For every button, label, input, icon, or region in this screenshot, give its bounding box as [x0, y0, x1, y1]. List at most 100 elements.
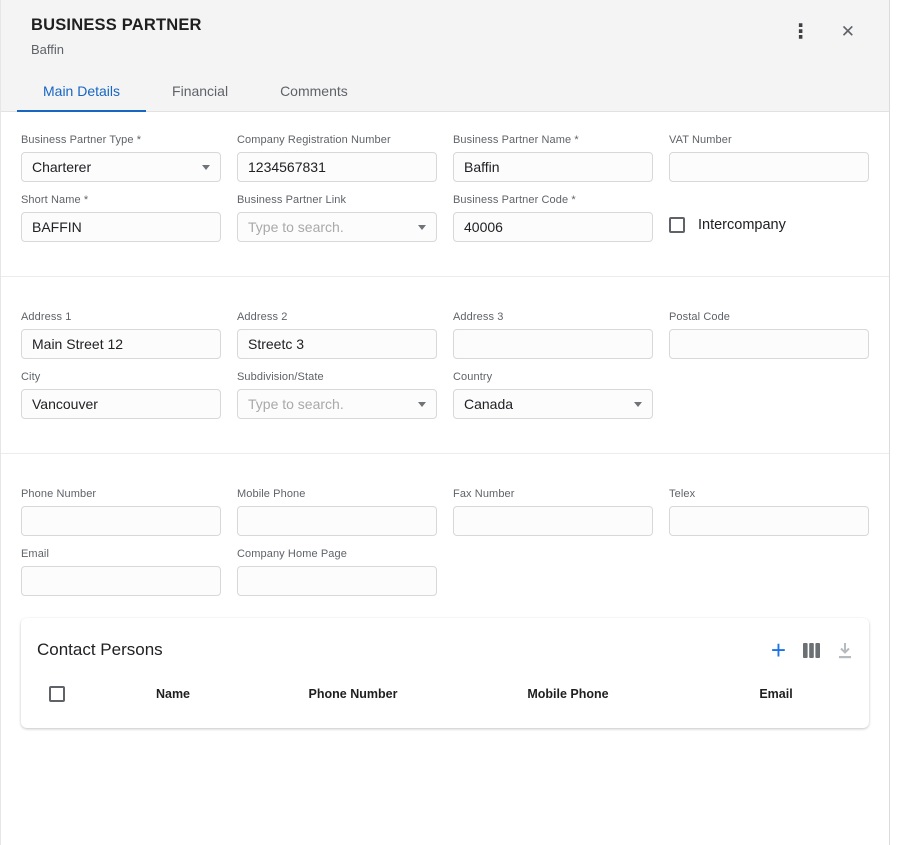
intercompany-label: Intercompany [698, 217, 786, 233]
field-label: Phone Number [21, 488, 221, 500]
column-header-phone: Phone Number [253, 687, 453, 701]
close-icon[interactable]: ✕ [841, 23, 855, 41]
field-label: Address 1 [21, 311, 221, 323]
chevron-down-icon [634, 402, 642, 407]
section-divider [1, 276, 889, 277]
postal-code-input[interactable] [669, 329, 869, 359]
section-divider [1, 453, 889, 454]
intercompany-checkbox[interactable] [669, 217, 685, 233]
header-actions: ⋮ ✕ [791, 22, 855, 42]
contact-persons-actions: + [771, 638, 853, 662]
business-partner-link-field: Business Partner Link Type to search. [237, 194, 437, 242]
business-partner-link-select[interactable]: Type to search. [237, 212, 437, 242]
business-partner-code-field: Business Partner Code * [453, 194, 653, 242]
field-label: Mobile Phone [237, 488, 437, 500]
address2-field: Address 2 [237, 311, 437, 359]
address3-field: Address 3 [453, 311, 653, 359]
company-registration-number-input[interactable] [237, 152, 437, 182]
company-home-page-input[interactable] [237, 566, 437, 596]
select-all-checkbox[interactable] [49, 686, 65, 702]
column-header-mobile: Mobile Phone [453, 687, 683, 701]
field-label: Telex [669, 488, 869, 500]
vat-number-input[interactable] [669, 152, 869, 182]
city-field: City [21, 371, 221, 419]
field-label: Business Partner Code * [453, 194, 653, 206]
phone-number-input[interactable] [21, 506, 221, 536]
select-value: Canada [464, 396, 513, 412]
telex-input[interactable] [669, 506, 869, 536]
fax-number-field: Fax Number [453, 488, 653, 536]
business-partner-name-input[interactable] [453, 152, 653, 182]
telex-field: Telex [669, 488, 869, 536]
field-label: Business Partner Link [237, 194, 437, 206]
contact-persons-title: Contact Persons [37, 640, 163, 660]
phone-number-field: Phone Number [21, 488, 221, 536]
select-placeholder: Type to search. [248, 396, 344, 412]
subdivision-state-field: Subdivision/State Type to search. [237, 371, 437, 419]
company-home-page-field: Company Home Page [237, 548, 437, 596]
more-options-icon[interactable]: ⋮ [791, 22, 811, 42]
short-name-input[interactable] [21, 212, 221, 242]
field-label: Country [453, 371, 653, 383]
address2-input[interactable] [237, 329, 437, 359]
email-field: Email [21, 548, 221, 596]
field-label: Company Registration Number [237, 134, 437, 146]
field-label: Address 2 [237, 311, 437, 323]
field-label: VAT Number [669, 134, 869, 146]
view-columns-icon[interactable] [803, 643, 820, 658]
contact-info-section: Phone Number Mobile Phone Fax Number Tel… [1, 488, 889, 596]
vat-number-field: VAT Number [669, 134, 869, 182]
download-icon[interactable] [837, 642, 853, 659]
page-title: BUSINESS PARTNER [31, 16, 859, 35]
business-partner-code-input[interactable] [453, 212, 653, 242]
city-input[interactable] [21, 389, 221, 419]
mobile-phone-field: Mobile Phone [237, 488, 437, 536]
field-label: Address 3 [453, 311, 653, 323]
company-registration-number-field: Company Registration Number [237, 134, 437, 182]
field-label: Business Partner Name * [453, 134, 653, 146]
field-label: Email [21, 548, 221, 560]
chevron-down-icon [202, 165, 210, 170]
field-label: Business Partner Type * [21, 134, 221, 146]
main-content: Business Partner Type * Charterer Compan… [1, 112, 889, 728]
business-partner-type-select[interactable]: Charterer [21, 152, 221, 182]
empty-cell [453, 548, 653, 596]
business-partner-dialog: BUSINESS PARTNER Baffin ⋮ ✕ Main Details… [0, 0, 890, 845]
address-section: Address 1 Address 2 Address 3 Postal Cod… [1, 311, 889, 419]
chevron-down-icon [418, 402, 426, 407]
fax-number-input[interactable] [453, 506, 653, 536]
tab-main-details[interactable]: Main Details [17, 71, 146, 112]
address1-input[interactable] [21, 329, 221, 359]
field-label: Postal Code [669, 311, 869, 323]
subdivision-state-select[interactable]: Type to search. [237, 389, 437, 419]
field-label: Company Home Page [237, 548, 437, 560]
chevron-down-icon [418, 225, 426, 230]
tab-comments[interactable]: Comments [254, 71, 374, 111]
email-input[interactable] [21, 566, 221, 596]
field-label: Fax Number [453, 488, 653, 500]
field-label: City [21, 371, 221, 383]
business-partner-type-field: Business Partner Type * Charterer [21, 134, 221, 182]
add-contact-button[interactable]: + [771, 638, 786, 662]
select-placeholder: Type to search. [248, 219, 344, 235]
tab-financial[interactable]: Financial [146, 71, 254, 111]
select-value: Charterer [32, 159, 91, 175]
tabbar: Main Details Financial Comments [1, 71, 889, 112]
dialog-header: BUSINESS PARTNER Baffin ⋮ ✕ Main Details… [1, 0, 889, 112]
field-label: Short Name * [21, 194, 221, 206]
identity-section: Business Partner Type * Charterer Compan… [1, 134, 889, 242]
page-subtitle: Baffin [31, 42, 859, 57]
column-header-name: Name [93, 687, 253, 701]
postal-code-field: Postal Code [669, 311, 869, 359]
empty-cell [669, 371, 869, 419]
mobile-phone-input[interactable] [237, 506, 437, 536]
business-partner-name-field: Business Partner Name * [453, 134, 653, 182]
column-header-email: Email [683, 687, 869, 701]
contact-persons-card: Contact Persons + [21, 618, 869, 728]
country-field: Country Canada [453, 371, 653, 419]
address1-field: Address 1 [21, 311, 221, 359]
address3-input[interactable] [453, 329, 653, 359]
intercompany-field: Intercompany [669, 194, 869, 242]
country-select[interactable]: Canada [453, 389, 653, 419]
empty-cell [669, 548, 869, 596]
